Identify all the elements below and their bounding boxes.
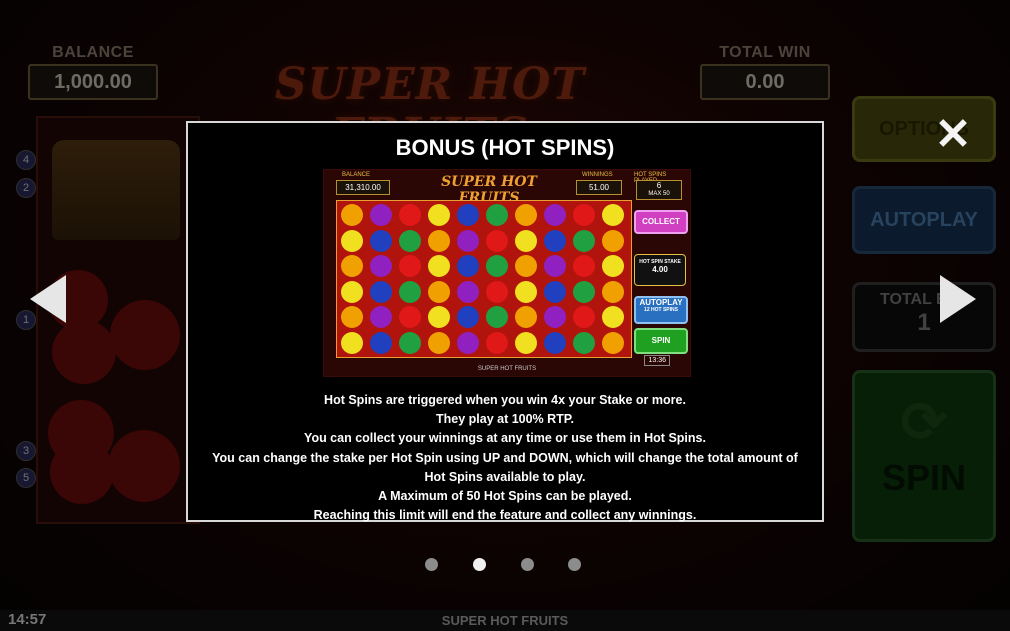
shot-hot-spins-played: 6 MAX 50 — [636, 180, 682, 200]
shot-fruit-symbol — [544, 229, 566, 252]
shot-hot-spins-max: MAX 50 — [648, 191, 670, 197]
shot-fruit-symbol — [428, 306, 450, 328]
shot-collect-button: COLLECT — [634, 210, 688, 234]
status-bar: 14:57 SUPER HOT FRUITS — [0, 610, 1010, 631]
shot-time: 13:36 — [644, 355, 670, 366]
shot-winnings-label: WINNINGS — [582, 172, 613, 178]
shot-fruit-symbol — [573, 331, 595, 354]
shot-fruit-symbol — [370, 331, 392, 354]
shot-autoplay-sub: 12 HOT SPINS — [644, 307, 678, 313]
shot-fruit-symbol — [399, 331, 421, 354]
shot-fruit-symbol — [341, 229, 363, 252]
shot-fruit-symbol — [602, 204, 624, 226]
close-icon[interactable]: ✕ — [930, 112, 976, 158]
shot-autoplay-button: AUTOPLAY 12 HOT SPINS — [634, 296, 688, 324]
shot-fruit-symbol — [399, 229, 421, 252]
hot-spins-screenshot: BALANCE 31,310.00 SUPER HOT FRUITS WINNI… — [323, 169, 691, 377]
shot-hot-spins-played-value: 6 — [656, 181, 662, 190]
shot-fruit-symbol — [370, 204, 392, 226]
shot-fruit-symbol — [399, 255, 421, 277]
shot-fruit-symbol — [341, 204, 363, 226]
shot-balance-value: 31,310.00 — [336, 180, 390, 195]
shot-fruit-symbol — [602, 229, 624, 252]
shot-fruit-symbol — [544, 306, 566, 328]
shot-fruit-symbol — [341, 255, 363, 277]
shot-fruit-symbol — [428, 255, 450, 277]
help-panel: BONUS (HOT SPINS) BALANCE 31,310.00 SUPE… — [186, 121, 824, 522]
help-panel-title: BONUS (HOT SPINS) — [395, 135, 615, 160]
shot-fruit-symbol — [573, 229, 595, 252]
help-line: Reaching this limit will end the feature… — [313, 508, 697, 523]
help-line: They play at 100% RTP. — [435, 412, 575, 427]
shot-fruit-symbol — [515, 306, 537, 328]
shot-fruit-symbol — [602, 306, 624, 328]
shot-autoplay-label: AUTOPLAY — [639, 298, 683, 307]
shot-fruit-symbol — [457, 255, 479, 277]
page-dot[interactable] — [521, 558, 534, 571]
shot-fruit-symbol — [486, 306, 508, 328]
help-description: Hot Spins are triggered when you win 4x … — [208, 391, 802, 525]
shot-fruit-symbol — [457, 306, 479, 328]
shot-fruit-symbol — [341, 306, 363, 328]
page-dot[interactable] — [568, 558, 581, 571]
shot-fruit-symbol — [544, 204, 566, 226]
arrow-right-icon[interactable] — [940, 275, 976, 323]
shot-fruit-symbol — [370, 306, 392, 328]
shot-fruit-symbol — [341, 280, 363, 303]
shot-fruit-symbol — [573, 204, 595, 226]
shot-fruit-symbol — [370, 280, 392, 303]
shot-fruit-symbol — [544, 255, 566, 277]
shot-fruit-symbol — [399, 306, 421, 328]
shot-reel-grid — [336, 200, 632, 358]
shot-fruit-symbol — [428, 204, 450, 226]
footer-title: SUPER HOT FRUITS — [441, 613, 569, 628]
shot-fruit-symbol — [399, 280, 421, 303]
shot-fruit-symbol — [602, 331, 624, 354]
page-dot[interactable] — [425, 558, 438, 571]
shot-fruit-symbol — [428, 229, 450, 252]
shot-fruit-symbol — [515, 255, 537, 277]
shot-fruit-symbol — [457, 229, 479, 252]
shot-fruit-symbol — [515, 229, 537, 252]
shot-fruit-symbol — [370, 229, 392, 252]
shot-fruit-symbol — [457, 204, 479, 226]
shot-fruit-symbol — [486, 331, 508, 354]
page-dot[interactable] — [473, 558, 486, 571]
help-line: You can collect your winnings at any tim… — [304, 431, 706, 446]
shot-fruit-symbol — [544, 280, 566, 303]
shot-fruit-symbol — [399, 204, 421, 226]
help-line: A Maximum of 50 Hot Spins can be played. — [378, 489, 632, 504]
shot-stake: HOT SPIN STAKE 4.00 — [634, 254, 686, 286]
shot-fruit-symbol — [602, 255, 624, 277]
shot-fruit-symbol — [486, 255, 508, 277]
shot-fruit-symbol — [515, 331, 537, 354]
arrow-left-icon[interactable] — [30, 275, 66, 323]
shot-fruit-symbol — [457, 280, 479, 303]
shot-winnings-value: 51.00 — [576, 180, 622, 195]
shot-fruit-symbol — [515, 204, 537, 226]
shot-fruit-symbol — [341, 331, 363, 354]
shot-fruit-symbol — [428, 280, 450, 303]
shot-fruit-symbol — [515, 280, 537, 303]
help-line: Hot Spins are triggered when you win 4x … — [324, 393, 686, 407]
shot-fruit-symbol — [602, 280, 624, 303]
shot-fruit-symbol — [573, 255, 595, 277]
shot-fruit-symbol — [486, 280, 508, 303]
help-line: You can change the stake per Hot Spin us… — [212, 450, 798, 484]
shot-fruit-symbol — [573, 306, 595, 328]
shot-fruit-symbol — [370, 255, 392, 277]
shot-fruit-symbol — [486, 204, 508, 226]
shot-balance-label: BALANCE — [342, 172, 371, 178]
shot-fruit-symbol — [544, 331, 566, 354]
shot-fruit-symbol — [486, 229, 508, 252]
shot-fruit-symbol — [428, 331, 450, 354]
shot-fruit-symbol — [457, 331, 479, 354]
shot-stake-value: 4.00 — [652, 265, 668, 274]
shot-fruit-symbol — [573, 280, 595, 303]
shot-spin-button: SPIN — [634, 328, 688, 354]
shot-footer: SUPER HOT FRUITS — [477, 366, 537, 372]
